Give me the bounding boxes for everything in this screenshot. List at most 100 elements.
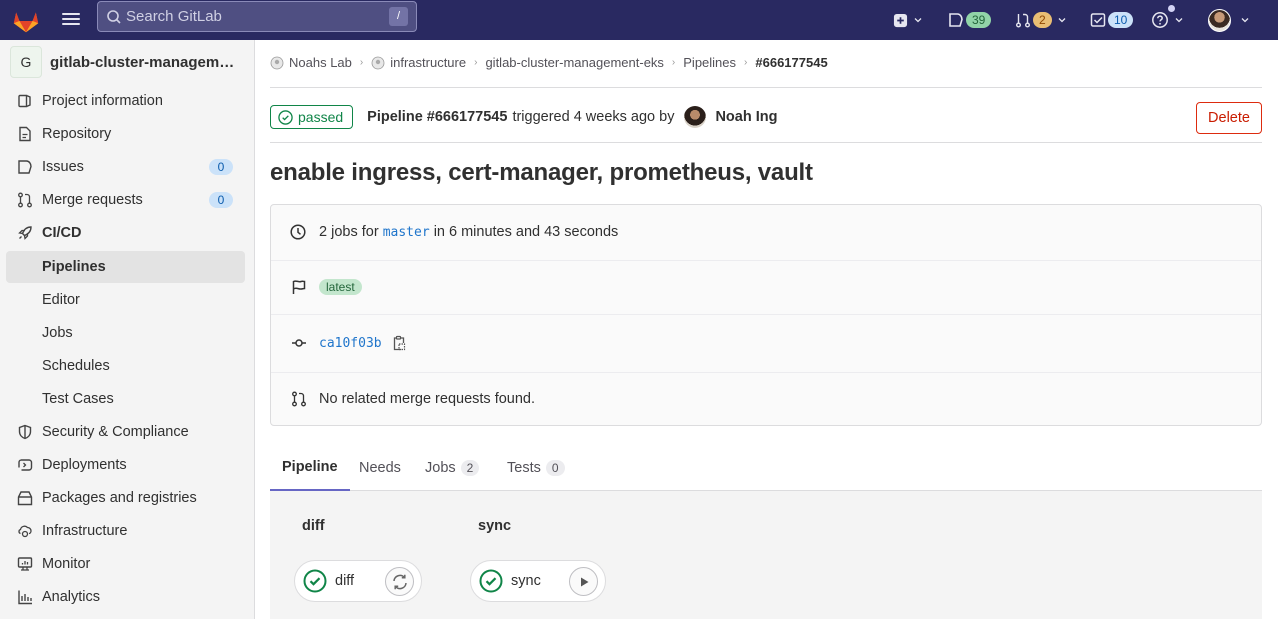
breadcrumb: Noahs Lab › infrastructure › gitlab-clus… bbox=[270, 55, 828, 70]
issues-count: 39 bbox=[966, 12, 992, 28]
pipeline-id: Pipeline #666177545 bbox=[367, 109, 508, 125]
tab-needs[interactable]: Needs bbox=[359, 445, 401, 491]
clock-icon bbox=[290, 224, 306, 240]
breadcrumb-pipelines[interactable]: Pipelines bbox=[683, 55, 736, 70]
sidebar-item-deployments[interactable]: Deployments bbox=[6, 449, 245, 481]
triggered-text: triggered 4 weeks ago by bbox=[512, 109, 675, 125]
gitlab-logo-icon[interactable] bbox=[11, 5, 41, 35]
help-icon bbox=[1152, 12, 1168, 28]
search-shortcut-key: / bbox=[389, 7, 408, 26]
sidebar-item-cicd[interactable]: CI/CD bbox=[6, 217, 245, 249]
commit-title: enable ingress, cert-manager, prometheus… bbox=[270, 159, 813, 186]
divider bbox=[270, 87, 1262, 88]
sidebar-item-label: Editor bbox=[42, 292, 80, 308]
chevron-down-icon bbox=[1058, 18, 1066, 23]
breadcrumb-pipeline-id[interactable]: #666177545 bbox=[755, 55, 827, 70]
chart-icon bbox=[18, 590, 32, 605]
deployments-icon bbox=[18, 459, 33, 471]
chevron-right-icon: › bbox=[359, 57, 364, 68]
plus-square-icon bbox=[893, 13, 908, 27]
merge-requests-row: No related merge requests found. bbox=[271, 373, 1261, 426]
sidebar-item-security-compliance[interactable]: Security & Compliance bbox=[6, 416, 245, 448]
menu-icon[interactable] bbox=[61, 10, 81, 30]
help-dropdown[interactable] bbox=[1151, 0, 1183, 40]
latest-badge: latest bbox=[319, 279, 362, 295]
job-sync[interactable]: sync bbox=[470, 560, 606, 602]
issues-icon bbox=[18, 160, 32, 174]
commit-sha-link[interactable]: ca10f03b bbox=[319, 336, 382, 351]
duration-text: in 6 minutes and 43 seconds bbox=[433, 224, 619, 240]
package-icon bbox=[17, 491, 33, 506]
user-avatar[interactable] bbox=[684, 106, 707, 128]
project-avatar: G bbox=[10, 46, 42, 78]
tab-jobs[interactable]: Jobs 2 bbox=[425, 445, 480, 491]
user-menu[interactable] bbox=[1208, 0, 1249, 40]
delete-button[interactable]: Delete bbox=[1196, 102, 1262, 134]
sidebar-item-label: Deployments bbox=[42, 457, 127, 473]
sidebar-item-label: CI/CD bbox=[42, 225, 82, 241]
todos-count: 10 bbox=[1108, 12, 1134, 28]
rocket-icon bbox=[18, 226, 32, 240]
branch-link[interactable]: master bbox=[383, 225, 430, 240]
pipeline-header: passed Pipeline #666177545 triggered 4 w… bbox=[270, 102, 1262, 134]
merge-requests-nav[interactable]: 2 bbox=[1015, 0, 1066, 40]
commit-icon bbox=[292, 339, 306, 347]
pipeline-header-text: Pipeline #666177545 triggered 4 weeks ag… bbox=[367, 106, 777, 128]
breadcrumb-infrastructure[interactable]: infrastructure bbox=[390, 55, 466, 70]
sidebar-item-infrastructure[interactable]: Infrastructure bbox=[6, 515, 245, 547]
chevron-down-icon bbox=[914, 18, 922, 23]
search-input[interactable]: Search GitLab / bbox=[97, 1, 417, 32]
merge-requests-count-badge: 0 bbox=[209, 192, 233, 208]
play-button[interactable] bbox=[569, 567, 598, 596]
sidebar-item-label: Security & Compliance bbox=[42, 424, 189, 440]
tab-label: Jobs bbox=[425, 460, 456, 476]
sidebar-item-editor[interactable]: Editor bbox=[6, 284, 245, 316]
new-dropdown[interactable] bbox=[893, 0, 922, 40]
job-diff[interactable]: diff bbox=[294, 560, 422, 602]
sidebar-item-merge-requests[interactable]: Merge requests 0 bbox=[6, 184, 245, 216]
tags-row: latest bbox=[271, 261, 1261, 314]
no-merge-requests-text: No related merge requests found. bbox=[319, 391, 536, 407]
issues-nav[interactable]: 39 bbox=[948, 0, 992, 40]
sidebar-item-label: Infrastructure bbox=[42, 523, 128, 539]
sidebar-item-issues[interactable]: Issues 0 bbox=[6, 151, 245, 183]
flag-icon bbox=[292, 280, 306, 294]
sidebar-item-repository[interactable]: Repository bbox=[6, 118, 245, 150]
project-icon bbox=[18, 94, 31, 108]
breadcrumb-noahs-lab[interactable]: Noahs Lab bbox=[289, 55, 352, 70]
sidebar-item-test-cases[interactable]: Test Cases bbox=[6, 383, 245, 415]
sidebar-item-label: Monitor bbox=[42, 556, 91, 572]
pipeline-tabs: Pipeline Needs Jobs 2 Tests 0 bbox=[270, 445, 1262, 491]
tab-count-badge: 0 bbox=[545, 460, 565, 476]
group-avatar-icon bbox=[270, 56, 284, 69]
sidebar-item-jobs[interactable]: Jobs bbox=[6, 317, 245, 349]
sidebar-item-label: Pipelines bbox=[42, 259, 106, 275]
user-name-link[interactable]: Noah Ing bbox=[715, 109, 777, 125]
jobs-duration-text: 2 jobs for master in 6 minutes and 43 se… bbox=[319, 224, 618, 240]
copy-icon[interactable] bbox=[391, 335, 407, 351]
sidebar-item-monitor[interactable]: Monitor bbox=[6, 548, 245, 580]
jobs-count-text: 2 jobs for bbox=[319, 224, 379, 240]
commit-row: ca10f03b bbox=[271, 315, 1261, 372]
sidebar-item-pipelines[interactable]: Pipelines bbox=[6, 251, 245, 283]
stage-title-diff: diff bbox=[302, 518, 325, 534]
project-link[interactable]: G gitlab-cluster-manageme... bbox=[10, 46, 235, 78]
group-avatar-icon bbox=[371, 56, 385, 69]
merge-request-icon bbox=[292, 391, 306, 407]
retry-button[interactable] bbox=[385, 567, 414, 596]
tab-pipeline[interactable]: Pipeline bbox=[270, 445, 350, 491]
status-success-icon bbox=[303, 569, 327, 593]
tab-tests[interactable]: Tests 0 bbox=[507, 445, 565, 491]
breadcrumb-project[interactable]: gitlab-cluster-management-eks bbox=[485, 55, 663, 70]
sidebar-item-analytics[interactable]: Analytics bbox=[6, 581, 245, 613]
todos-nav[interactable]: 10 bbox=[1090, 0, 1134, 40]
job-name: sync bbox=[511, 573, 541, 589]
sidebar-item-schedules[interactable]: Schedules bbox=[6, 350, 245, 382]
pipeline-info-box: 2 jobs for master in 6 minutes and 43 se… bbox=[270, 204, 1262, 426]
sidebar-item-label: Merge requests bbox=[42, 192, 143, 208]
sidebar-item-packages-registries[interactable]: Packages and registries bbox=[6, 482, 245, 514]
doc-icon bbox=[19, 126, 31, 142]
status-badge[interactable]: passed bbox=[270, 105, 354, 129]
sidebar-item-project-information[interactable]: Project information bbox=[6, 85, 245, 117]
play-icon bbox=[580, 577, 588, 586]
